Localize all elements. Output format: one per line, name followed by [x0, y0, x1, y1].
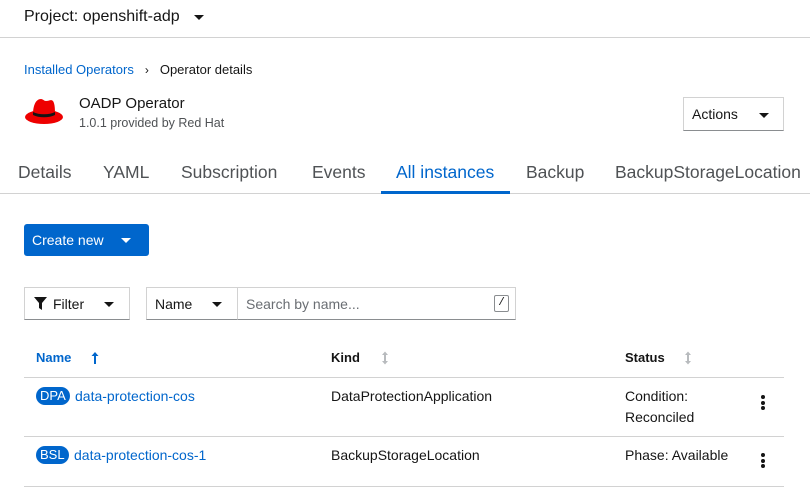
tab-yaml[interactable]: YAML [103, 162, 149, 183]
search-input[interactable] [238, 288, 478, 319]
chevron-right-icon: › [144, 62, 149, 77]
kebab-icon[interactable] [757, 452, 769, 470]
column-header-status[interactable]: Status [625, 350, 693, 365]
kebab-icon[interactable] [757, 394, 769, 412]
instance-kind: DataProtectionApplication [331, 388, 493, 404]
breadcrumb-installed-operators[interactable]: Installed Operators [24, 62, 134, 77]
sort-neutral-icon [684, 351, 691, 364]
filter-label: Filter [53, 295, 85, 312]
sort-ascending-icon [91, 351, 99, 364]
column-header-name[interactable]: Name [36, 350, 100, 365]
breadcrumb: Installed Operators › Operator details [24, 62, 252, 77]
create-new-button[interactable]: Create new [24, 224, 149, 256]
instance-name-link[interactable]: data-protection-cos-1 [74, 447, 206, 463]
tab-events[interactable]: Events [312, 162, 366, 183]
search-box: / [237, 287, 516, 320]
resource-badge: BSL [36, 446, 69, 464]
tab-all-instances[interactable]: All instances [396, 162, 494, 183]
breadcrumb-current: Operator details [159, 62, 253, 77]
filter-dropdown[interactable]: Filter [24, 287, 130, 320]
caret-down-icon [759, 113, 769, 118]
column-header-kind[interactable]: Kind [331, 350, 390, 365]
project-bar: Project: openshift-adp [0, 0, 810, 38]
table-divider [24, 486, 784, 487]
operator-provider: 1.0.1 provided by Red Hat [79, 116, 225, 130]
caret-down-icon [212, 302, 222, 307]
column-header-kind-label: Kind [331, 350, 360, 365]
sort-neutral-icon [381, 351, 388, 364]
operator-name: OADP Operator [79, 95, 185, 112]
column-header-status-label: Status [625, 350, 665, 365]
caret-down-icon [104, 302, 114, 307]
tab-backupstoragelocation[interactable]: BackupStorageLocation [615, 162, 801, 183]
instance-status-line2: Reconciled [625, 409, 695, 425]
caret-down-icon [193, 14, 204, 20]
tab-bar: Details YAML Subscription Events All ins… [0, 152, 810, 194]
filter-funnel-icon [34, 297, 47, 310]
column-header-name-label: Name [36, 350, 72, 365]
instance-status-line1: Phase: Available [625, 447, 729, 463]
actions-dropdown[interactable]: Actions [683, 97, 784, 131]
filter-attribute-select[interactable]: Name [146, 287, 238, 320]
project-label: Project: openshift-adp [24, 8, 180, 25]
create-new-label: Create new [32, 232, 104, 248]
project-selector[interactable]: Project: openshift-adp [24, 8, 204, 26]
instance-status-line1: Condition: [625, 388, 689, 404]
instance-kind: BackupStorageLocation [331, 447, 480, 463]
resource-badge: DPA [36, 387, 70, 405]
filter-attribute-label: Name [155, 295, 193, 312]
actions-label: Actions [692, 106, 738, 122]
table-divider [24, 436, 784, 437]
tab-details[interactable]: Details [18, 162, 72, 183]
tab-subscription[interactable]: Subscription [181, 162, 277, 183]
redhat-hat-icon [25, 99, 63, 124]
active-tab-indicator [381, 191, 510, 194]
instance-name-link[interactable]: data-protection-cos [75, 388, 195, 404]
keyboard-shortcut-hint: / [494, 295, 509, 312]
table-divider [24, 377, 784, 378]
caret-down-icon [121, 238, 131, 243]
tab-backup[interactable]: Backup [526, 162, 584, 183]
